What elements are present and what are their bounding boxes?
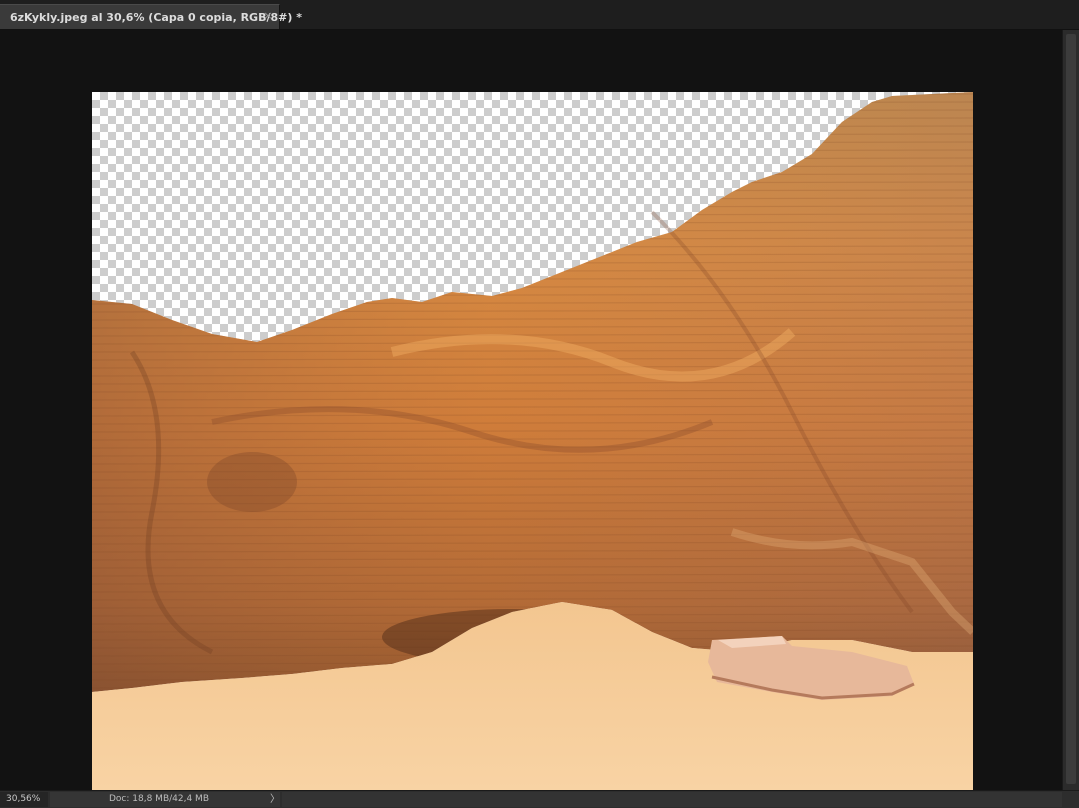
zoom-level-field[interactable]: 30,56% xyxy=(0,792,48,807)
vertical-scrollbar[interactable] xyxy=(1062,30,1079,790)
document-tab-title: 6zKykly.jpeg al 30,6% (Capa 0 copia, RGB… xyxy=(10,10,302,24)
horizontal-scrollbar[interactable] xyxy=(282,792,1062,807)
close-icon[interactable]: × xyxy=(262,10,274,22)
status-bar: 30,56% Doc: 18,8 MB/42,4 MB 〉 xyxy=(0,790,1079,808)
vertical-scrollbar-thumb[interactable] xyxy=(1066,34,1076,784)
document-tab[interactable]: 6zKykly.jpeg al 30,6% (Capa 0 copia, RGB… xyxy=(0,4,302,29)
document-size-info: Doc: 18,8 MB/42,4 MB xyxy=(50,792,280,807)
photoshop-window: 6zKykly.jpeg al 30,6% (Capa 0 copia, RGB… xyxy=(0,0,1079,808)
canvas-workspace[interactable] xyxy=(0,30,1062,790)
photo-rock-cliff-image xyxy=(92,92,973,790)
document-tab-bar: 6zKykly.jpeg al 30,6% (Capa 0 copia, RGB… xyxy=(0,0,1079,30)
document-canvas[interactable] xyxy=(92,92,973,790)
chevron-right-icon[interactable]: 〉 xyxy=(270,793,280,806)
